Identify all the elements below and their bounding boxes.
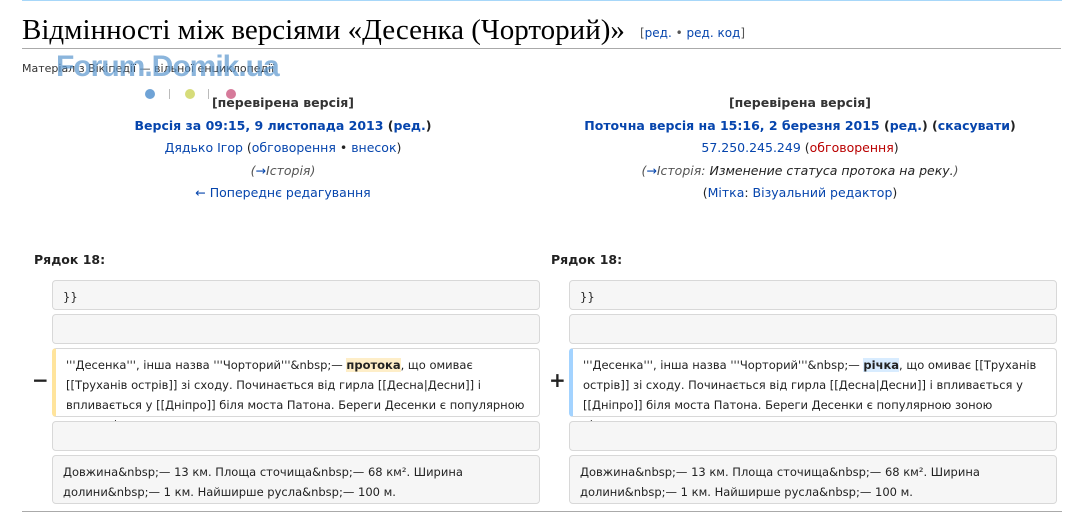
user-contribs-link[interactable]: внесок <box>351 140 396 155</box>
page-title: Відмінності між версіями «Десенка (Чорто… <box>22 14 625 46</box>
added-text-before: '''Десенка''', інша назва '''Чорторий'''… <box>583 358 864 372</box>
context-text: }} <box>580 290 595 304</box>
undo-link[interactable]: скасувати <box>938 118 1010 133</box>
section-name: Історія: <box>656 162 706 178</box>
deleted-text-before: '''Десенка''', інша назва '''Чорторий'''… <box>66 358 347 372</box>
edit-source-link[interactable]: ред. код <box>687 26 741 40</box>
new-revision-user: 57.250.245.249 (обговорення) <box>701 140 899 155</box>
new-revision-comment: (→Історія: Изменение статуса протока на … <box>641 162 959 178</box>
tag-value-link[interactable]: Візуальний редактор <box>753 185 893 200</box>
bottom-divider <box>22 511 1062 512</box>
diff-context-last-right: Довжина&nbsp;— 13 км. Площа сточища&nbsp… <box>569 455 1057 504</box>
new-revision-title: Поточна версія на 15:16, 2 березня 2015 … <box>584 117 1016 133</box>
old-revision-title: Версія за 09:15, 9 листопада 2013 (ред.) <box>134 117 432 133</box>
edit-link[interactable]: ред. <box>645 26 672 40</box>
diff-empty-context-left <box>52 421 540 451</box>
old-revision-edit-link[interactable]: ред. <box>394 118 426 133</box>
current-revision-link[interactable]: Поточна версія на 15:16, 2 березня 2015 <box>584 118 879 133</box>
deleted-line-marker: − <box>32 368 49 392</box>
section-arrow-link[interactable]: → <box>646 163 656 178</box>
context-text: Довжина&nbsp;— 13 км. Площа сточища&nbsp… <box>63 465 463 499</box>
context-text: Довжина&nbsp;— 13 км. Площа сточища&nbsp… <box>580 465 980 499</box>
old-revision-link[interactable]: Версія за 09:15, 9 листопада 2013 <box>135 118 384 133</box>
added-word: річка <box>863 358 900 372</box>
tag-link[interactable]: Мітка <box>708 185 745 200</box>
diff-context-left: }} <box>52 280 540 310</box>
old-revision-user: Дядько Ігор (обговорення • внесок) <box>164 140 402 155</box>
edit-summary: Изменение статуса протока на реку. <box>709 162 954 178</box>
ip-user-link[interactable]: 57.250.245.249 <box>701 140 800 155</box>
old-revision-header: [перевірена версія] Версія за 09:15, 9 л… <box>23 92 543 205</box>
diff-empty-context-right <box>569 314 1057 344</box>
ip-talk-link[interactable]: обговорення <box>810 140 894 155</box>
diff-context-right: }} <box>569 280 1057 310</box>
top-border <box>22 0 1062 2</box>
checked-version-label: [перевірена версія] <box>728 95 872 110</box>
user-link[interactable]: Дядько Ігор <box>165 140 243 155</box>
new-revision-header: [перевірена версія] Поточна версія на 15… <box>540 92 1060 205</box>
user-talk-link[interactable]: обговорення <box>252 140 336 155</box>
deleted-word: протока <box>346 358 401 372</box>
checked-version-label: [перевірена версія] <box>211 95 355 110</box>
added-line-marker: + <box>549 368 566 392</box>
line-number-left: Рядок 18: <box>34 252 106 267</box>
diff-deleted-line: '''Десенка''', інша назва '''Чорторий'''… <box>52 348 540 432</box>
context-text: }} <box>63 290 78 304</box>
old-revision-comment: (→Історія) <box>250 162 316 178</box>
diff-empty-context-left <box>52 314 540 344</box>
previous-edit-link[interactable]: ← Попереднє редагування <box>195 185 370 200</box>
diff-context-last-left: Довжина&nbsp;— 13 км. Площа сточища&nbsp… <box>52 455 540 504</box>
edit-tag: (Мітка: Візуальний редактор) <box>702 185 898 200</box>
section-name: Історія <box>266 162 311 178</box>
section-arrow-link[interactable]: → <box>256 163 266 178</box>
current-revision-edit-link[interactable]: ред. <box>890 118 922 133</box>
edit-section: [ред. • ред. код] <box>639 26 746 40</box>
watermark-logo: Forum.Domik.ua <box>56 50 280 83</box>
diff-added-line: '''Десенка''', інша назва '''Чорторий'''… <box>569 348 1057 432</box>
line-number-right: Рядок 18: <box>551 252 623 267</box>
page-heading: Відмінності між версіями «Десенка (Чорто… <box>22 12 1061 49</box>
diff-empty-context-right <box>569 421 1057 451</box>
